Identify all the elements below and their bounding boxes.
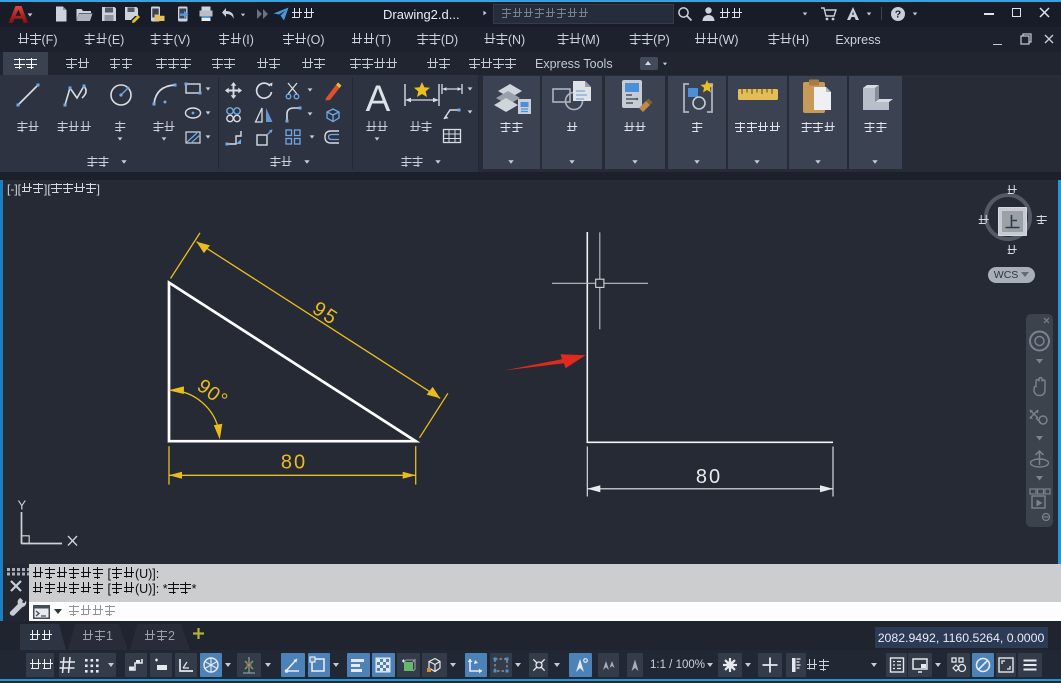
svg-text:80: 80: [696, 466, 722, 488]
svg-text:90°: 90°: [193, 375, 232, 412]
svg-text:?: ?: [895, 8, 901, 20]
svg-text:Y: Y: [17, 497, 26, 512]
svg-text:80: 80: [281, 451, 307, 473]
svg-text:95: 95: [308, 298, 342, 331]
